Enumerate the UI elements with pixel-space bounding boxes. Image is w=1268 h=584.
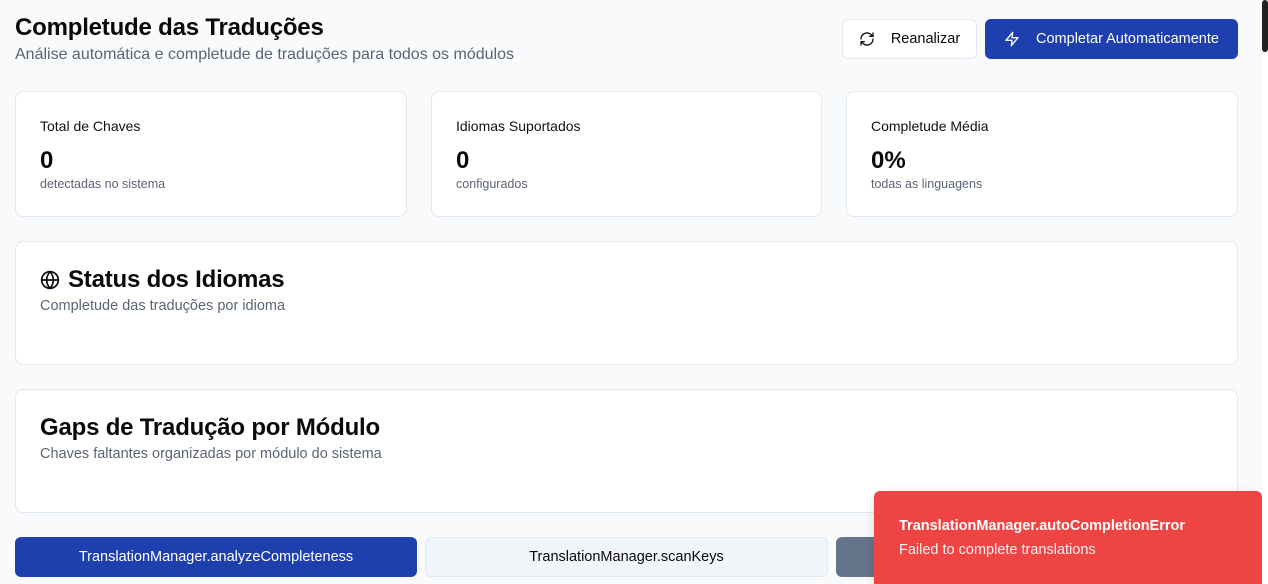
toast-description: Failed to complete translations: [899, 542, 1096, 558]
page-subtitle: Análise automática e completude de tradu…: [15, 46, 514, 63]
stat-caption: todas as linguagens: [871, 177, 983, 191]
stat-caption: detectadas no sistema: [40, 177, 166, 191]
scan-keys-button[interactable]: TranslationManager.scanKeys: [425, 537, 828, 577]
auto-complete-button[interactable]: Completar Automaticamente: [985, 19, 1238, 59]
language-status-title-text: Status dos Idiomas: [68, 266, 285, 293]
module-gaps-title: Gaps de Tradução por Módulo: [40, 414, 380, 441]
language-status-card: Status dos Idiomas Completude das traduç…: [15, 241, 1238, 365]
page-title: Completude das Traduções: [15, 14, 324, 41]
language-status-subtitle: Completude das traduções por idioma: [40, 298, 286, 314]
globe-icon: [40, 270, 60, 290]
lightning-icon: [1004, 31, 1020, 47]
stat-label: Idiomas Suportados: [456, 118, 581, 134]
module-gaps-subtitle: Chaves faltantes organizadas por módulo …: [40, 446, 382, 462]
auto-complete-label: Completar Automaticamente: [1036, 31, 1219, 47]
language-status-title: Status dos Idiomas: [40, 266, 285, 294]
stat-card-languages: Idiomas Suportados 0 configurados: [431, 91, 822, 217]
stat-value: 0: [456, 147, 470, 174]
reanalyze-button[interactable]: Reanalizar: [842, 19, 977, 59]
analyze-completeness-button[interactable]: TranslationManager.analyzeCompleteness: [15, 537, 417, 577]
stat-label: Total de Chaves: [40, 118, 141, 134]
page: Completude das Traduções Análise automát…: [0, 0, 1268, 584]
stat-caption: configurados: [456, 177, 528, 191]
stat-card-total-keys: Total de Chaves 0 detectadas no sistema: [15, 91, 407, 217]
stat-label: Completude Média: [871, 118, 989, 134]
stat-value: 0: [40, 147, 54, 174]
reanalyze-label: Reanalizar: [890, 31, 961, 47]
scrollbar[interactable]: [1262, 0, 1268, 584]
stat-card-average-completeness: Completude Média 0% todas as linguagens: [846, 91, 1238, 217]
error-toast[interactable]: TranslationManager.autoCompletionError F…: [874, 491, 1262, 584]
stat-value: 0%: [871, 147, 906, 174]
refresh-icon: [859, 31, 875, 47]
scrollbar-thumb[interactable]: [1262, 0, 1268, 52]
toast-title: TranslationManager.autoCompletionError: [899, 518, 1186, 534]
